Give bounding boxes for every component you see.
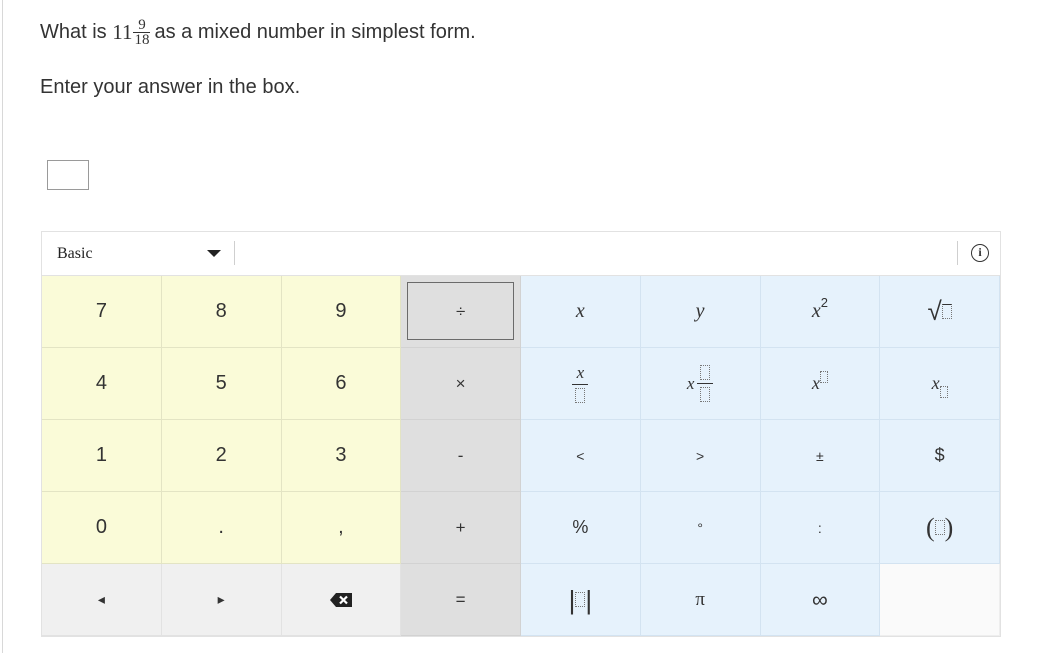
abs-left-bar: |: [568, 584, 576, 615]
key-decimal-point[interactable]: .: [161, 492, 282, 564]
question-text: What is 11 9 18 as a mixed number in sim…: [40, 17, 476, 48]
placeholder-box-icon: [941, 304, 952, 319]
placeholder-box-icon: [934, 520, 945, 535]
key-plus[interactable]: +: [401, 492, 521, 564]
key-infinity[interactable]: ∞: [760, 564, 881, 636]
key-pi[interactable]: π: [640, 564, 761, 636]
backspace-icon: [329, 592, 352, 607]
key-parentheses[interactable]: (): [880, 492, 1000, 564]
placeholder-box-icon: [819, 370, 828, 383]
key-x[interactable]: x: [521, 276, 641, 348]
key-absolute-value[interactable]: | |: [521, 564, 641, 636]
cursor-left-button[interactable]: ◂: [42, 564, 162, 636]
x-symbol: x: [575, 300, 585, 322]
keypad-header: Basic i: [42, 232, 1000, 276]
keypad-grid: 7 8 9 ÷ x y x2 √ 4 5 6 × x x x x 1 2 3 -…: [42, 276, 1000, 636]
key-degree[interactable]: °: [640, 492, 761, 564]
key-6[interactable]: 6: [281, 348, 402, 420]
fraction-x: x: [576, 363, 585, 382]
right-paren: ): [944, 512, 954, 542]
math-keypad: Basic i 7 8 9 ÷ x y x2 √ 4 5 6 × x x x x…: [41, 231, 1001, 637]
mixed-fraction-template-icon: [697, 365, 714, 402]
mixed-number-fraction: 9 18: [133, 17, 151, 48]
header-divider: [957, 241, 958, 265]
key-percent[interactable]: %: [521, 492, 641, 564]
key-multiply[interactable]: ×: [401, 348, 521, 420]
instruction-text: Enter your answer in the box.: [40, 76, 301, 98]
squared-exponent: 2: [820, 295, 828, 310]
left-paren: (: [925, 512, 935, 542]
power-x: x: [811, 373, 820, 393]
key-colon[interactable]: :: [760, 492, 881, 564]
fraction-denominator: 18: [133, 32, 151, 48]
left-border: [2, 0, 3, 653]
key-1[interactable]: 1: [42, 420, 162, 492]
key-9[interactable]: 9: [281, 276, 402, 348]
key-divide[interactable]: ÷: [401, 276, 521, 348]
header-divider: [234, 241, 235, 265]
subscript-x: x: [931, 373, 940, 393]
key-less-than[interactable]: <: [521, 420, 641, 492]
key-2[interactable]: 2: [161, 420, 282, 492]
key-dollar[interactable]: $: [880, 420, 1000, 492]
key-x-squared[interactable]: x2: [760, 276, 881, 348]
info-icon[interactable]: i: [971, 244, 989, 262]
placeholder-box-icon: [700, 365, 711, 380]
key-equals[interactable]: =: [401, 564, 521, 636]
placeholder-box-icon: [700, 387, 711, 402]
key-8[interactable]: 8: [161, 276, 282, 348]
key-power[interactable]: x: [760, 348, 881, 420]
placeholder-box-icon: [575, 592, 586, 607]
key-5[interactable]: 5: [161, 348, 282, 420]
fraction-bar: [697, 383, 714, 384]
placeholder-box-icon: [575, 388, 586, 403]
key-0[interactable]: 0: [42, 492, 162, 564]
key-plus-minus[interactable]: ±: [760, 420, 881, 492]
key-comma[interactable]: ,: [281, 492, 402, 564]
mixed-number-whole: 11: [112, 20, 133, 44]
y-symbol: y: [695, 300, 705, 322]
fraction-template-icon: x: [572, 363, 589, 403]
abs-right-bar: |: [585, 584, 593, 615]
x-base: x: [811, 300, 821, 322]
question-suffix: as a mixed number in simplest form.: [154, 21, 476, 43]
mixed-x: x: [686, 373, 695, 393]
key-square-root[interactable]: √: [880, 276, 1000, 348]
key-3[interactable]: 3: [281, 420, 402, 492]
key-fraction[interactable]: x: [521, 348, 641, 420]
cursor-right-button[interactable]: ▸: [161, 564, 282, 636]
placeholder-box-icon: [939, 385, 948, 398]
key-mixed-fraction[interactable]: x: [640, 348, 761, 420]
key-7[interactable]: 7: [42, 276, 162, 348]
backspace-button[interactable]: [281, 564, 402, 636]
key-subscript[interactable]: x: [880, 348, 1000, 420]
fraction-bar: [572, 384, 589, 385]
key-4[interactable]: 4: [42, 348, 162, 420]
fraction-numerator: 9: [138, 17, 146, 33]
sqrt-icon: √: [927, 296, 942, 326]
empty-key-slot: [880, 564, 1000, 636]
answer-input[interactable]: [47, 160, 89, 190]
key-minus[interactable]: -: [401, 420, 521, 492]
question-prefix: What is: [40, 21, 107, 43]
chevron-down-icon[interactable]: [207, 250, 221, 257]
key-greater-than[interactable]: >: [640, 420, 761, 492]
key-y[interactable]: y: [640, 276, 761, 348]
keypad-mode-label[interactable]: Basic: [57, 245, 93, 263]
